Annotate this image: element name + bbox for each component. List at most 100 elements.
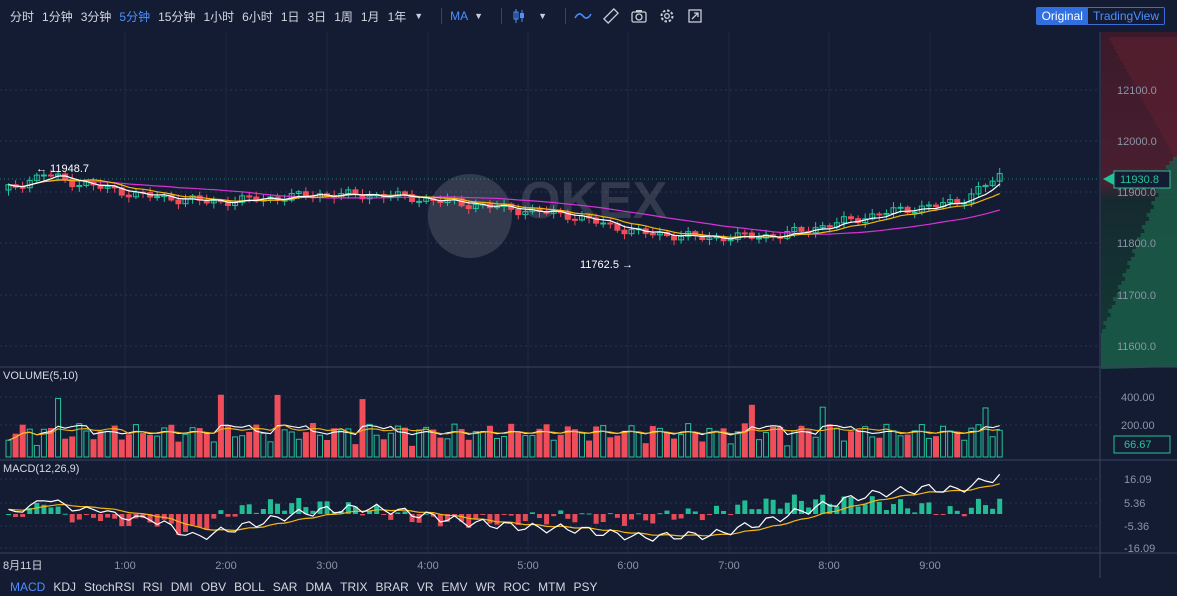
macd-histogram-bar [501, 514, 507, 515]
candle-body [649, 232, 656, 236]
timeframe-9[interactable]: 1周 [334, 8, 353, 25]
candle-body [897, 206, 904, 209]
timeframe-1[interactable]: 1分钟 [42, 8, 73, 25]
indicator-bar: MACD KDJ StochRSI RSI DMI OBV BOLL SAR DMA TRIX BR… [0, 578, 1177, 596]
timeframe-0[interactable]: 分时 [10, 8, 34, 25]
macd-histogram-bar [678, 514, 684, 519]
timeframe-8[interactable]: 3日 [308, 8, 327, 25]
volume-bar [522, 435, 529, 458]
view-original-button[interactable]: Original [1036, 8, 1088, 24]
volume-bar [338, 429, 345, 458]
volume-bar [685, 423, 692, 458]
volume-bar [175, 441, 182, 458]
low-price-label: 11762.5 → [580, 259, 633, 271]
chart-canvas[interactable]: OKEX 11930.866.67 12100.012000.011900.01… [0, 32, 1177, 578]
volume-bar [734, 431, 741, 458]
macd-histogram-bar [522, 514, 528, 522]
volume-bar [819, 406, 826, 458]
macd-histogram-bar [721, 510, 727, 514]
macd-histogram-bar [551, 514, 557, 517]
volume-bar [373, 434, 380, 458]
volume-bar [578, 432, 585, 458]
timeframe-11[interactable]: 1年 [388, 8, 407, 25]
candle-body [671, 235, 678, 241]
candle-body [848, 216, 855, 220]
macd-histogram-bar [975, 498, 981, 514]
macd-histogram-bar [225, 514, 231, 517]
volume-bar [628, 425, 635, 458]
indicator-kdj[interactable]: KDJ [53, 580, 76, 594]
indicator-vr[interactable]: VR [417, 580, 434, 594]
indicator-obv[interactable]: OBV [201, 580, 226, 594]
macd-histogram-bar [275, 503, 281, 514]
macd-histogram-bar [876, 501, 882, 514]
ma-indicator-button[interactable]: MA [450, 9, 468, 23]
indicator-sar[interactable]: SAR [273, 580, 298, 594]
volume-bar [472, 431, 479, 458]
macd-histogram-bar [239, 505, 245, 514]
volume-bar [140, 433, 147, 458]
volume-bar [387, 432, 394, 458]
high-price-label: ← 11948.7 [36, 163, 89, 175]
camera-icon[interactable] [630, 7, 648, 25]
volume-bar [961, 439, 968, 458]
chevron-down-icon[interactable]: ▼ [474, 11, 483, 21]
timeframe-2[interactable]: 3分钟 [81, 8, 112, 25]
volume-bar [989, 436, 996, 458]
chevron-down-icon[interactable]: ▼ [538, 11, 547, 21]
time-label: 6:00 [617, 560, 638, 572]
macd-histogram-bar [983, 505, 989, 514]
timeframe-more-icon[interactable]: ▼ [414, 11, 423, 21]
indicator-wr[interactable]: WR [476, 580, 496, 594]
volume-bar [232, 436, 239, 458]
volume-bar [515, 431, 522, 458]
macd-histogram-bar [664, 510, 670, 514]
indicator-dma[interactable]: DMA [305, 580, 332, 594]
volume-bar [267, 441, 274, 458]
volume-bar [147, 434, 154, 458]
timeframe-3[interactable]: 5分钟 [119, 8, 150, 25]
indicator-psy[interactable]: PSY [574, 580, 598, 594]
volume-bar [501, 435, 508, 458]
timeframe-10[interactable]: 1月 [361, 8, 380, 25]
volume-bar [19, 424, 26, 458]
timeframe-5[interactable]: 1小时 [203, 8, 234, 25]
volume-bar [281, 429, 288, 458]
volume-bar [869, 436, 876, 458]
timeframe-6[interactable]: 6小时 [242, 8, 273, 25]
view-tradingview-button[interactable]: TradingView [1088, 8, 1164, 24]
indicator-emv[interactable]: EMV [441, 580, 467, 594]
indicator-boll[interactable]: BOLL [234, 580, 265, 594]
macd-histogram-bar [20, 514, 26, 517]
macd-histogram-bar [650, 514, 656, 524]
fullscreen-icon[interactable] [686, 7, 704, 25]
volume-bar [5, 439, 12, 458]
volume-bar [748, 404, 755, 458]
time-label: 5:00 [517, 560, 538, 572]
volume-bar [925, 437, 932, 458]
indicator-roc[interactable]: ROC [504, 580, 531, 594]
indicator-brar[interactable]: BRAR [375, 580, 408, 594]
volume-bar [932, 436, 939, 458]
volume-bar [246, 431, 253, 458]
volume-bar [848, 431, 855, 458]
macd-histogram-bar [508, 514, 514, 516]
indicator-macd[interactable]: MACD [10, 580, 45, 594]
volume-bar [69, 436, 76, 458]
indicator-rsi[interactable]: RSI [143, 580, 163, 594]
indicator-dmi[interactable]: DMI [171, 580, 193, 594]
timeframe-4[interactable]: 15分钟 [158, 8, 195, 25]
volume-bar [83, 430, 90, 458]
indicator-trix[interactable]: TRIX [340, 580, 367, 594]
indicator-stochrsi[interactable]: StochRSI [84, 580, 135, 594]
volume-bar [918, 424, 925, 458]
candlestick-type-icon[interactable] [510, 7, 528, 25]
gear-icon[interactable] [658, 7, 676, 25]
macd-histogram-bar [480, 514, 486, 515]
line-tool-icon[interactable] [574, 7, 592, 25]
indicator-mtm[interactable]: MTM [538, 580, 565, 594]
macd-histogram-bar [83, 514, 89, 515]
volume-bar [692, 433, 699, 458]
ruler-icon[interactable] [602, 7, 620, 25]
timeframe-7[interactable]: 1日 [281, 8, 300, 25]
